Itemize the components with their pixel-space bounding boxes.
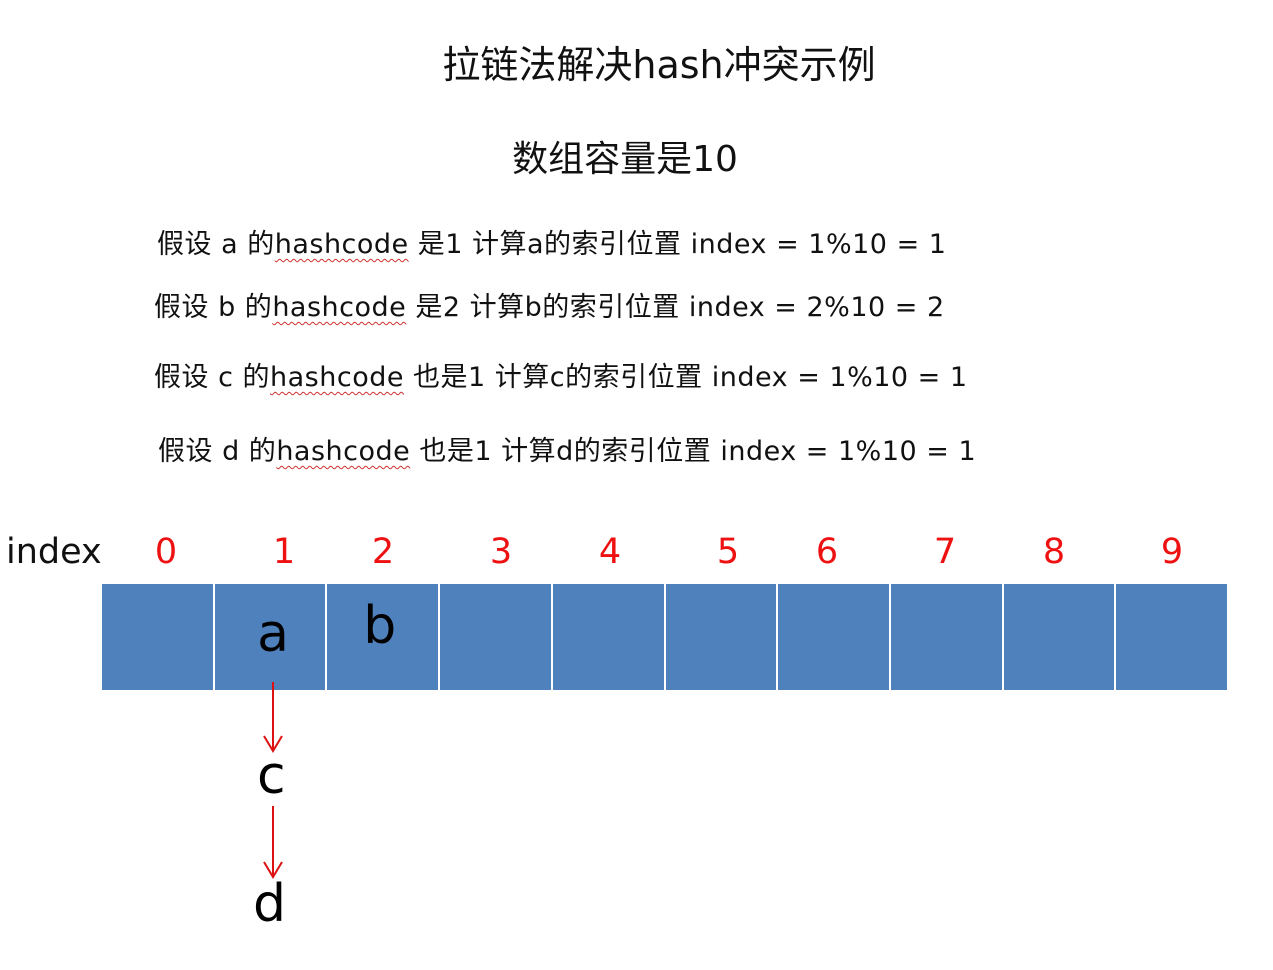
chain-arrows bbox=[263, 682, 283, 879]
chain-node-d: d bbox=[253, 874, 287, 934]
chain-node-c: c bbox=[257, 746, 286, 806]
